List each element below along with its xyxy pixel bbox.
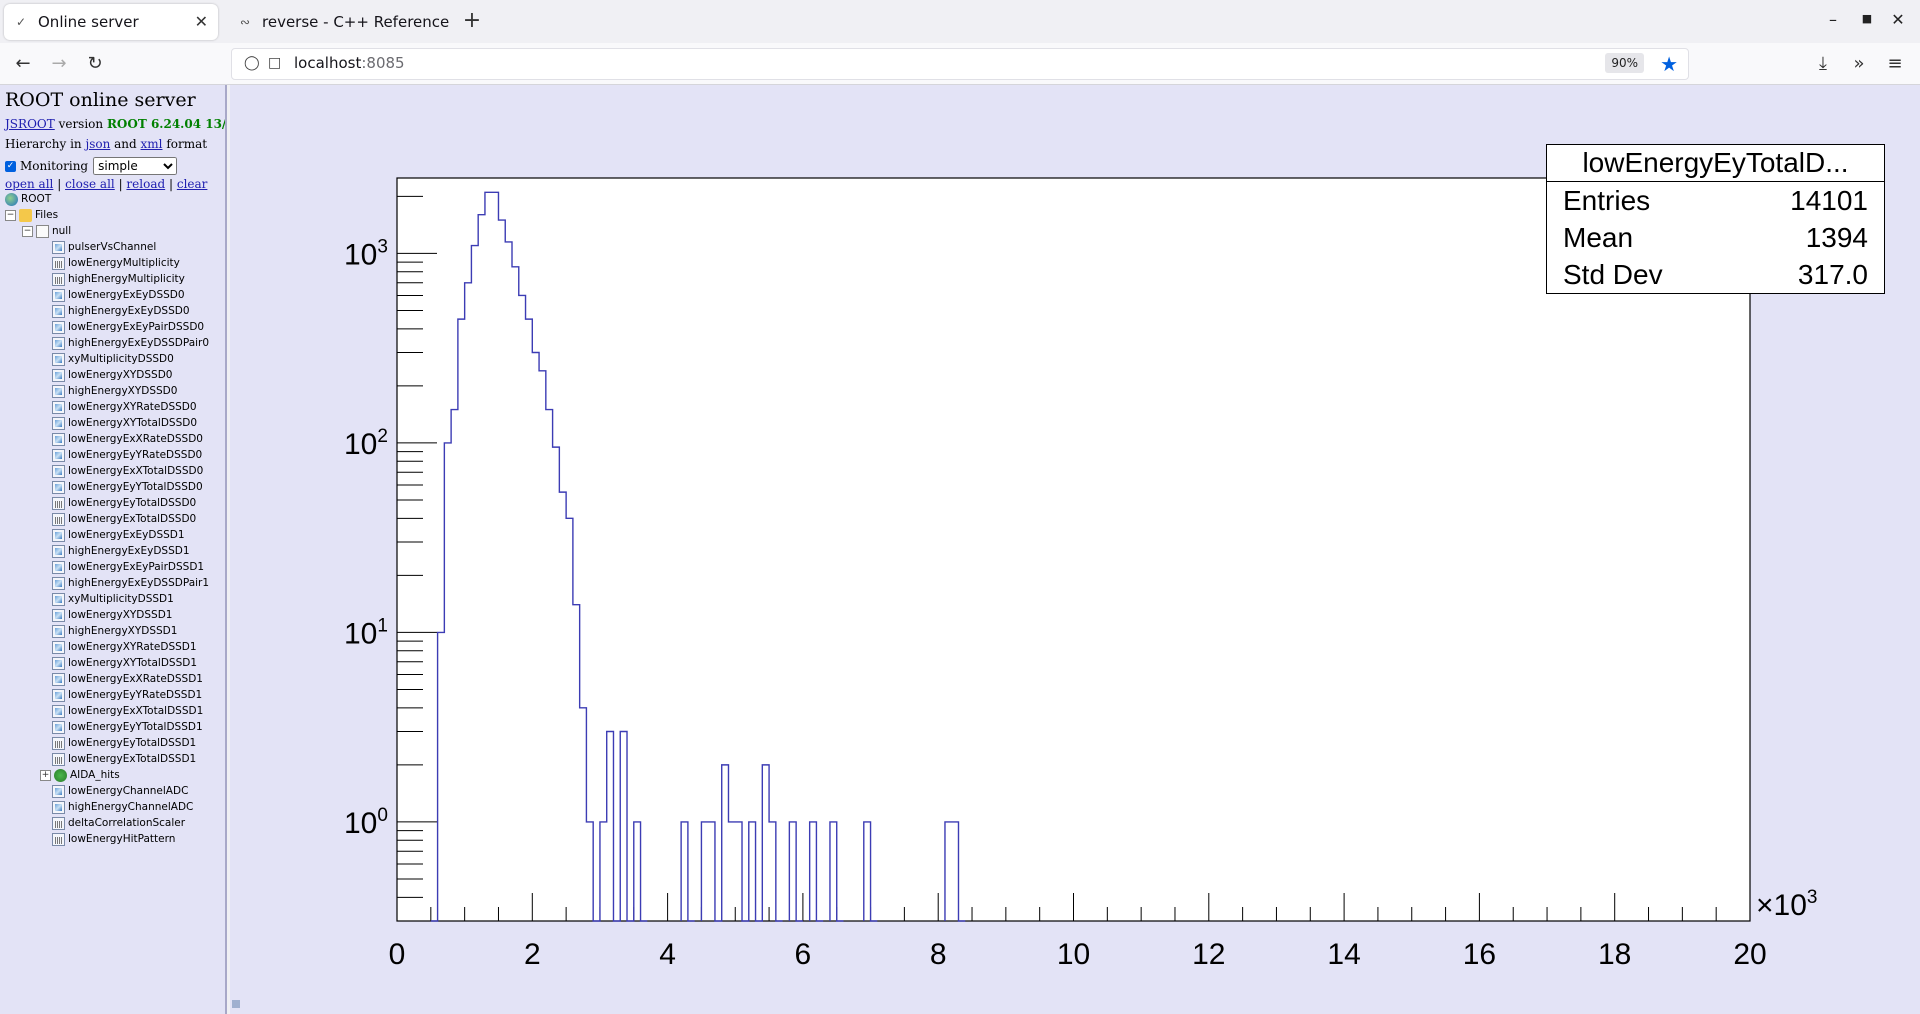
y-tick-label: 102	[344, 426, 388, 461]
x-multiplier-label: ×103	[1756, 887, 1817, 922]
x-tick-label: 14	[1327, 938, 1360, 971]
x-tick-label: 8	[930, 938, 947, 971]
stats-row-entries: Entries 14101	[1563, 185, 1868, 216]
x-tick-label: 4	[659, 938, 676, 971]
x-tick-label: 6	[795, 938, 812, 971]
x-tick-label: 20	[1733, 938, 1766, 971]
stats-title: lowEnergyEyTotalD...	[1547, 145, 1884, 182]
stats-box[interactable]: lowEnergyEyTotalD... Entries 14101 Mean 13…	[1546, 144, 1885, 294]
x-tick-label: 12	[1192, 938, 1225, 971]
x-tick-label: 2	[524, 938, 541, 971]
x-axis-labels: 0 2 4 6 8 10 12 14 16 18 20	[389, 938, 1767, 971]
stats-row-stddev: Std Dev 317.0	[1563, 259, 1868, 290]
y-axis-labels: 100 101 102 103	[344, 236, 388, 840]
x-tick-label: 18	[1598, 938, 1631, 971]
x-tick-label: 16	[1463, 938, 1496, 971]
y-tick-label: 100	[344, 805, 388, 840]
y-tick-label: 103	[344, 236, 388, 271]
stats-row-mean: Mean 1394	[1563, 222, 1868, 253]
x-tick-label: 10	[1057, 938, 1090, 971]
pad-resize-handle[interactable]	[232, 1000, 240, 1008]
y-tick-label: 101	[344, 615, 388, 650]
x-tick-label: 0	[389, 938, 406, 971]
